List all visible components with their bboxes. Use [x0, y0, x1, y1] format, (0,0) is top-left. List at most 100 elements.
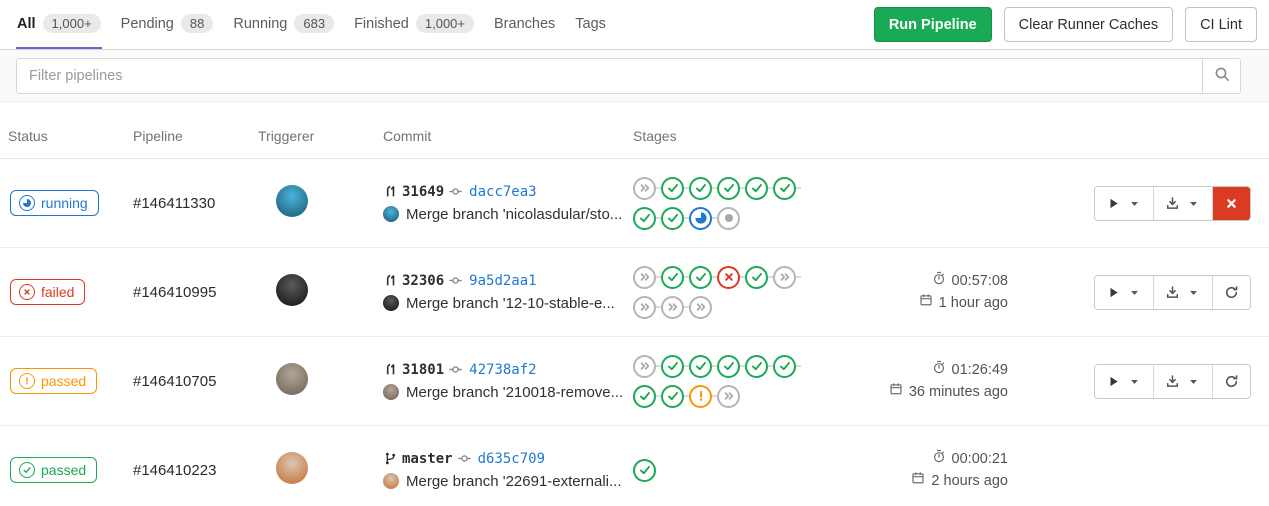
- commit-message-link[interactable]: Merge branch '22691-externali...: [406, 473, 622, 490]
- commit-message-link[interactable]: Merge branch '12-10-stable-e...: [406, 295, 615, 312]
- stage-icon-skipped[interactable]: [633, 355, 656, 378]
- download-artifacts-button[interactable]: [1153, 187, 1212, 220]
- status-label: running: [41, 195, 88, 211]
- status-passed-icon: [19, 462, 35, 478]
- commit-message-link[interactable]: Merge branch 'nicolasdular/sto...: [406, 206, 622, 223]
- filter-pipelines-input[interactable]: [16, 58, 1203, 94]
- stage-icon-passed[interactable]: [661, 266, 684, 289]
- triggerer-avatar[interactable]: [276, 185, 308, 217]
- stage-icon-failed[interactable]: [717, 266, 740, 289]
- triggerer-avatar[interactable]: [276, 363, 308, 395]
- stage-icon-skipped[interactable]: [689, 296, 712, 319]
- triggerer-avatar[interactable]: [276, 274, 308, 306]
- actions-cell: [1094, 364, 1251, 399]
- stage-icon-passed[interactable]: [633, 459, 656, 482]
- stage-icon-running[interactable]: [689, 207, 712, 230]
- commit-icon: [457, 451, 472, 466]
- stage-icon-passed[interactable]: [661, 207, 684, 230]
- run-jobs-button[interactable]: [1095, 276, 1153, 309]
- ref-link[interactable]: 31801: [402, 362, 444, 378]
- stage-icon-skipped[interactable]: [633, 177, 656, 200]
- stage-icon-passed[interactable]: [633, 207, 656, 230]
- column-header-status: Status: [8, 128, 133, 144]
- commit-sha-link[interactable]: d635c709: [478, 451, 545, 467]
- stage-icon-created[interactable]: [717, 207, 740, 230]
- pipelines-table: running #146411330 31649 dacc7ea3 Merge …: [0, 159, 1269, 506]
- stage-icon-passed[interactable]: [689, 266, 712, 289]
- stage-icon-skipped[interactable]: [633, 296, 656, 319]
- ci-lint-button[interactable]: CI Lint: [1185, 7, 1257, 42]
- run-jobs-button[interactable]: [1095, 365, 1153, 398]
- tab-running[interactable]: Running683: [232, 0, 335, 49]
- commit-author-avatar[interactable]: [383, 384, 399, 400]
- stage-icon-skipped[interactable]: [633, 266, 656, 289]
- triggerer-cell: [258, 274, 383, 311]
- stage-icon-passed[interactable]: [661, 177, 684, 200]
- tab-tags[interactable]: Tags: [574, 0, 607, 49]
- pipeline-id-link[interactable]: #146411330: [133, 195, 258, 212]
- clear-runner-caches-button[interactable]: Clear Runner Caches: [1004, 7, 1173, 42]
- cancel-pipeline-button[interactable]: [1212, 187, 1250, 220]
- retry-pipeline-button[interactable]: [1212, 276, 1250, 309]
- run-jobs-button[interactable]: [1095, 187, 1153, 220]
- pipeline-duration: 00:00:21: [878, 448, 1008, 470]
- commit-author-avatar[interactable]: [383, 206, 399, 222]
- status-badge[interactable]: running: [10, 190, 99, 216]
- tab-pending[interactable]: Pending88: [120, 0, 215, 49]
- tab-label: Finished: [354, 16, 409, 32]
- pipeline-filter-tabs: All1,000+ Pending88 Running683 Finished1,00…: [16, 0, 607, 49]
- stage-icon-skipped[interactable]: [661, 296, 684, 319]
- stage-icon-passed[interactable]: [745, 355, 768, 378]
- timer-icon: [932, 359, 946, 381]
- commit-sha-link[interactable]: 9a5d2aa1: [469, 273, 536, 289]
- stage-icon-passed[interactable]: [773, 177, 796, 200]
- stage-icon-passed[interactable]: [773, 355, 796, 378]
- chevron-down-icon: [1186, 196, 1201, 211]
- stage-icon-skipped[interactable]: [717, 385, 740, 408]
- download-artifacts-button[interactable]: [1153, 276, 1212, 309]
- stage-icon-skipped[interactable]: [773, 266, 796, 289]
- branch-icon: [383, 451, 398, 466]
- download-artifacts-button[interactable]: [1153, 365, 1212, 398]
- stage-icon-passed[interactable]: [717, 177, 740, 200]
- stage-icon-passed[interactable]: [745, 266, 768, 289]
- stage-icon-passed[interactable]: [661, 385, 684, 408]
- retry-pipeline-button[interactable]: [1212, 365, 1250, 398]
- commit-author-avatar[interactable]: [383, 473, 399, 489]
- commit-message-link[interactable]: Merge branch '210018-remove...: [406, 384, 623, 401]
- stage-icon-warning[interactable]: [689, 385, 712, 408]
- status-failed-icon: [19, 284, 35, 300]
- stage-icon-passed[interactable]: [661, 355, 684, 378]
- ref-link[interactable]: 32306: [402, 273, 444, 289]
- stage-icon-passed[interactable]: [717, 355, 740, 378]
- time-cell: 00:00:21 2 hours ago: [878, 448, 1008, 492]
- table-header: StatusPipelineTriggererCommitStages: [0, 102, 1269, 159]
- status-badge[interactable]: failed: [10, 279, 85, 305]
- commit-sha-link[interactable]: dacc7ea3: [469, 184, 536, 200]
- status-badge[interactable]: passed: [10, 368, 97, 394]
- ref-link[interactable]: 31649: [402, 184, 444, 200]
- pipeline-id-link[interactable]: #146410995: [133, 284, 258, 301]
- commit-ref-line: master d635c709: [383, 451, 633, 467]
- tab-branches[interactable]: Branches: [493, 0, 556, 49]
- tab-finished[interactable]: Finished1,000+: [353, 0, 475, 49]
- commit-sha-link[interactable]: 42738af2: [469, 362, 536, 378]
- stage-icon-passed[interactable]: [689, 355, 712, 378]
- tab-label: All: [17, 16, 36, 32]
- merge-request-icon: [383, 362, 398, 377]
- commit-author-avatar[interactable]: [383, 295, 399, 311]
- triggerer-avatar[interactable]: [276, 452, 308, 484]
- pipeline-id-link[interactable]: #146410223: [133, 462, 258, 479]
- status-badge[interactable]: passed: [10, 457, 97, 483]
- commit-icon: [448, 184, 463, 199]
- tab-all[interactable]: All1,000+: [16, 0, 102, 49]
- ref-link[interactable]: master: [402, 451, 453, 467]
- stage-icon-passed[interactable]: [633, 385, 656, 408]
- calendar-icon: [911, 470, 925, 492]
- stage-icon-passed[interactable]: [745, 177, 768, 200]
- pipeline-id-link[interactable]: #146410705: [133, 373, 258, 390]
- run-pipeline-button[interactable]: Run Pipeline: [874, 7, 992, 42]
- stage-icon-passed[interactable]: [689, 177, 712, 200]
- search-button[interactable]: [1203, 58, 1241, 94]
- triggerer-cell: [258, 452, 383, 489]
